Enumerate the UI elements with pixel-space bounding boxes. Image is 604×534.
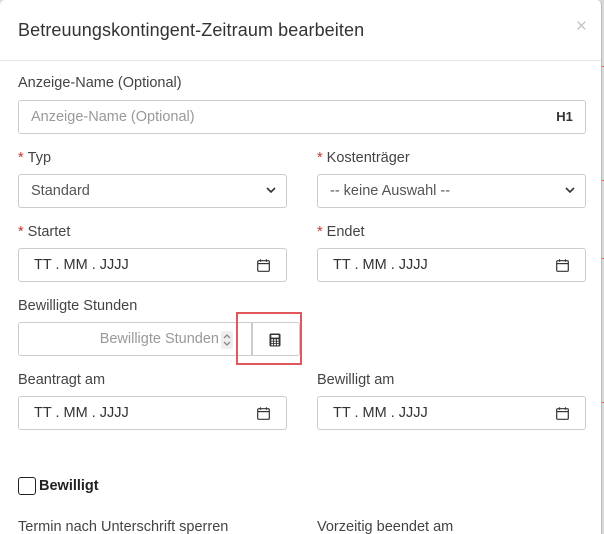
bewilligte-stunden-input[interactable]: Bewilligte Stunden (18, 322, 252, 356)
required-mark: * (18, 224, 24, 240)
typ-label: * Typ (18, 150, 51, 166)
chevron-down-icon (266, 187, 276, 194)
calendar-icon[interactable] (556, 407, 569, 420)
startet-label-text: Startet (27, 224, 71, 240)
termin-sperren-label: Termin nach Unterschrift sperren (18, 519, 229, 534)
bewilligte-stunden-placeholder: Bewilligte Stunden (99, 331, 219, 347)
beantragt-am-label: Beantragt am (18, 372, 106, 388)
calendar-icon[interactable] (257, 407, 270, 420)
endet-label-text: Endet (326, 224, 365, 240)
required-mark: * (317, 224, 323, 240)
heading-level-button[interactable]: H1 (544, 100, 586, 134)
startet-date-input[interactable]: TT . MM . JJJJ (18, 248, 287, 282)
endet-label: * Endet (317, 224, 365, 240)
kostentraeger-label: * Kostenträger (317, 150, 410, 166)
display-name-label: Anzeige-Name (Optional) (18, 75, 182, 91)
kostentraeger-select[interactable]: -- keine Auswahl -- (317, 174, 586, 208)
typ-select-value: Standard (31, 183, 90, 199)
number-spinner-icon[interactable] (221, 331, 233, 349)
typ-select[interactable]: Standard (18, 174, 287, 208)
dialog-title: Betreuungskontingent-Zeitraum bearbeiten (18, 20, 365, 40)
calendar-icon[interactable] (556, 259, 569, 272)
vorzeitig-beendet-label: Vorzeitig beendet am (317, 519, 454, 534)
startet-label: * Startet (18, 224, 70, 240)
bewilligt-am-label: Bewilligt am (317, 372, 395, 388)
beantragt-am-date-input[interactable]: TT . MM . JJJJ (18, 396, 287, 430)
dialog-header: Betreuungskontingent-Zeitraum bearbeiten… (0, 0, 601, 61)
display-name-placeholder: Anzeige-Name (Optional) (31, 109, 195, 125)
close-icon[interactable]: × (576, 17, 587, 37)
calculator-button[interactable] (252, 322, 300, 356)
calendar-icon[interactable] (257, 259, 270, 272)
required-mark: * (317, 150, 323, 166)
bewilligte-stunden-label: Bewilligte Stunden (18, 298, 138, 314)
beantragt-am-date-placeholder: TT . MM . JJJJ (34, 405, 129, 421)
display-name-input[interactable]: Anzeige-Name (Optional) (18, 100, 545, 134)
required-mark: * (18, 150, 24, 166)
typ-label-text: Typ (27, 150, 52, 166)
endet-date-placeholder: TT . MM . JJJJ (333, 257, 428, 273)
bewilligt-checkbox[interactable] (18, 477, 36, 495)
chevron-down-icon (565, 187, 575, 194)
bewilligt-checkbox-label[interactable]: Bewilligt (39, 478, 99, 494)
bewilligt-am-date-placeholder: TT . MM . JJJJ (333, 405, 428, 421)
kostentraeger-select-value: -- keine Auswahl -- (330, 183, 451, 199)
startet-date-placeholder: TT . MM . JJJJ (34, 257, 129, 273)
endet-date-input[interactable]: TT . MM . JJJJ (317, 248, 586, 282)
edit-dialog: Betreuungskontingent-Zeitraum bearbeiten… (0, 0, 602, 534)
bewilligt-am-date-input[interactable]: TT . MM . JJJJ (317, 396, 586, 430)
kostentraeger-label-text: Kostenträger (326, 150, 410, 166)
calculator-icon (269, 333, 281, 347)
